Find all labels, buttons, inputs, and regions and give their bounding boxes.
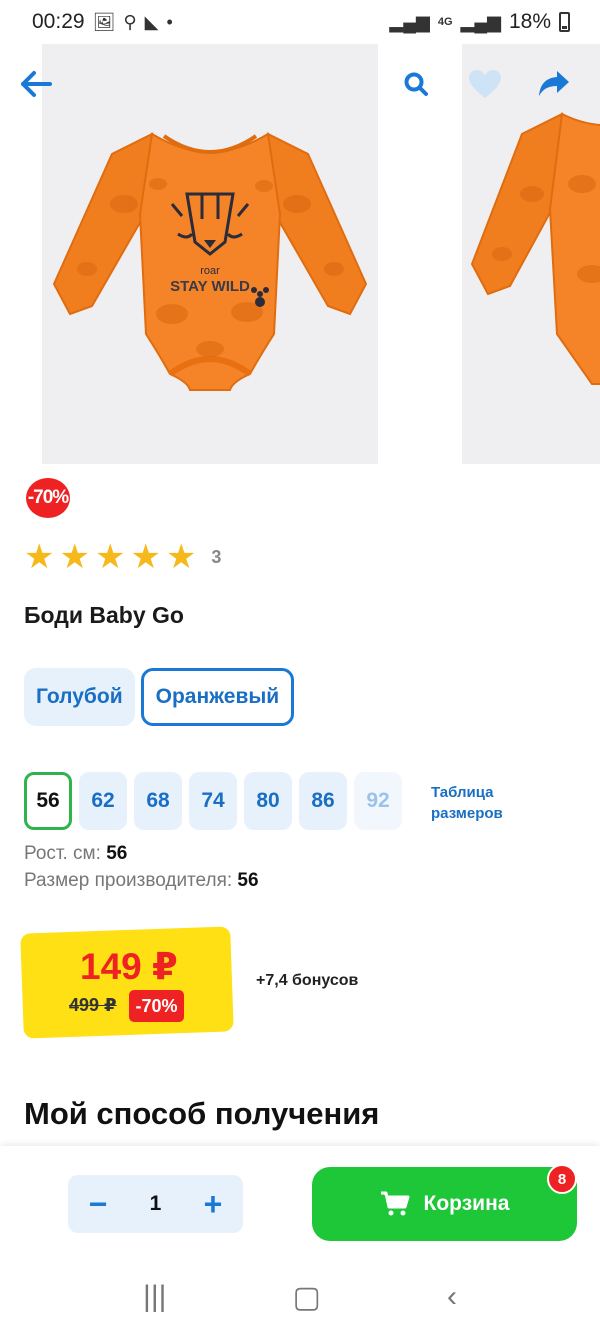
share-icon [539, 71, 569, 96]
maker-size-value: 56 [237, 870, 259, 891]
bodysuit-image-next [470, 112, 600, 385]
print-text-top: roar [200, 265, 220, 277]
height-info: Рост. см: 56 [24, 843, 127, 865]
rating-count: 3 [211, 546, 222, 567]
product-photo-next[interactable] [462, 44, 600, 464]
discount-badge: -70% [26, 478, 70, 518]
quantity-value: 1 [149, 1192, 162, 1215]
action-bar: − 1 + Корзина 8 [0, 1146, 600, 1262]
size-option[interactable]: 74 [189, 772, 237, 830]
old-price: 499 ₽ [69, 995, 117, 1015]
product-gallery[interactable]: roar STAY WILD [0, 44, 600, 464]
cart-button-label: Корзина [423, 1192, 510, 1215]
size-table-link[interactable]: Таблица размеров [431, 782, 521, 824]
price-discount-badge: -70% [129, 990, 184, 1022]
bodysuit-image: roar STAY WILD [52, 132, 368, 391]
color-option-blue[interactable]: Голубой [24, 668, 135, 726]
color-option-orange[interactable]: Оранжевый [140, 668, 295, 726]
arrow-left-icon [21, 71, 52, 97]
home-icon[interactable]: ▢ [293, 1280, 321, 1315]
heart-icon [469, 70, 501, 98]
product-photo[interactable]: roar STAY WILD [42, 44, 378, 464]
height-label: Рост. см: [24, 843, 101, 864]
status-bar: 00:29 🖼 ⚲ ◣ • ▂▄▆ 4G ▂▄▆ 18% [0, 0, 600, 44]
back-button[interactable] [16, 62, 56, 106]
cart-icon [380, 1191, 410, 1216]
size-option[interactable]: 56 [24, 772, 72, 830]
system-back-icon[interactable]: ‹ [447, 1280, 457, 1314]
add-to-cart-button[interactable]: Корзина [312, 1167, 577, 1241]
search-icon [404, 72, 428, 96]
quantity-stepper: − 1 + [68, 1175, 243, 1233]
search-notification-icon: ⚲ [123, 11, 137, 32]
cart-count-badge: 8 [547, 1164, 577, 1194]
signal-icon-2: ▂▄▆ [460, 11, 501, 32]
star-icon: ★ [59, 538, 90, 576]
status-right: ▂▄▆ 4G ▂▄▆ 18% [389, 10, 570, 34]
size-option-unavailable[interactable]: 92 [354, 772, 402, 830]
system-navigation-bar: ||| ▢ ‹ [0, 1262, 600, 1332]
size-selector: 56 62 68 74 80 86 92 [24, 772, 402, 830]
share-button[interactable] [532, 62, 576, 106]
star-icon: ★ [165, 538, 197, 576]
bonus-points: +7,4 бонусов [256, 972, 359, 989]
more-notifications-icon: • [166, 11, 173, 32]
star-icon: ★ [94, 538, 126, 576]
current-price: 149 ₽ [80, 946, 178, 987]
clock: 00:29 [32, 10, 85, 33]
recent-apps-icon[interactable]: ||| [143, 1280, 166, 1314]
rating[interactable]: ★ ★ ★ ★ ★ 3 [24, 540, 221, 574]
battery-percent: 18% [508, 10, 551, 33]
star-icon: ★ [130, 538, 161, 576]
size-option[interactable]: 68 [134, 772, 182, 830]
size-option[interactable]: 62 [79, 772, 127, 830]
status-left: 00:29 🖼 ⚲ ◣ • [32, 10, 173, 34]
delivery-section-title: Мой способ получения [24, 1096, 380, 1131]
signal-icon: ▂▄▆ [389, 11, 430, 32]
cat-notification-icon: ◣ [144, 11, 159, 32]
battery-icon [559, 12, 570, 32]
height-value: 56 [106, 843, 128, 864]
color-selector: Голубой Оранжевый [24, 668, 295, 726]
maker-size-label: Размер производителя: [24, 870, 233, 891]
search-button[interactable] [396, 62, 436, 106]
favorite-button[interactable] [462, 62, 508, 106]
decrease-quantity-button[interactable]: − [86, 1188, 110, 1220]
increase-quantity-button[interactable]: + [201, 1188, 225, 1220]
size-option[interactable]: 80 [244, 772, 292, 830]
maker-size-info: Размер производителя: 56 [24, 870, 259, 892]
size-option[interactable]: 86 [299, 772, 347, 830]
gallery-notification-icon: 🖼 [92, 11, 116, 32]
product-title: Боди Baby Go [24, 602, 184, 628]
network-type: 4G [437, 16, 453, 28]
star-icon: ★ [24, 538, 55, 576]
print-text-main: STAY WILD [170, 278, 250, 295]
